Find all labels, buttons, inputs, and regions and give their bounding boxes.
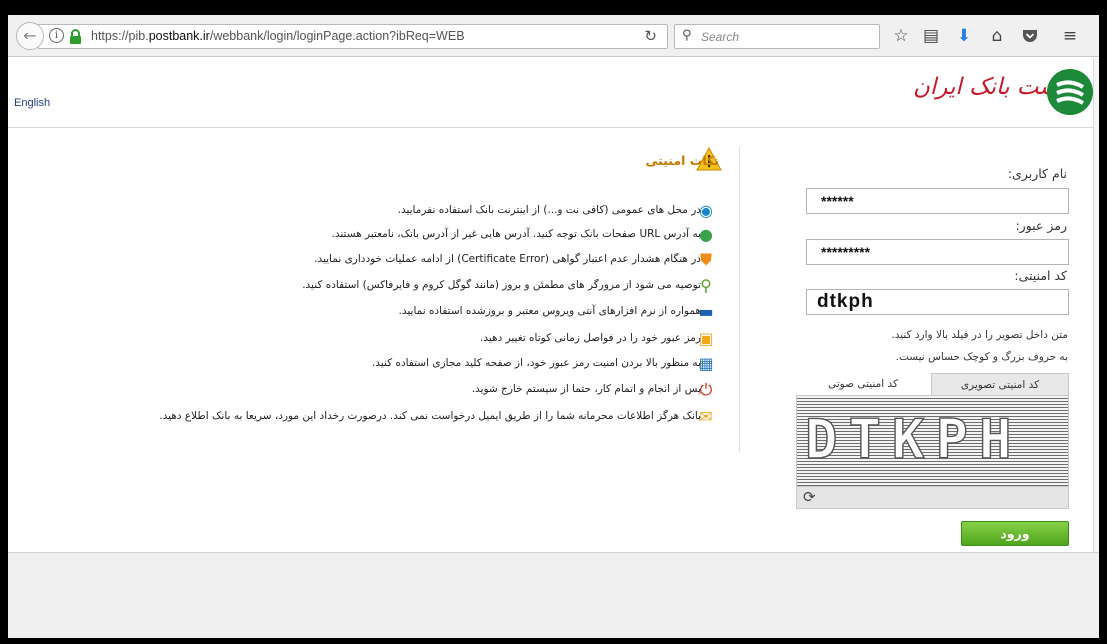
browser-window: i https://pib.postbank.ir/webbank/login/… bbox=[8, 15, 1099, 638]
download-icon[interactable]: ⬇ bbox=[952, 24, 976, 48]
main-content: نکات امنیتی ◉ در محل های عمومی (کافی نت و… bbox=[8, 129, 1099, 552]
captcha-help-text: متن داخل تصویر را در فیلد بالا وارد کنید… bbox=[891, 329, 1068, 341]
reload-icon[interactable]: ↻ bbox=[644, 27, 657, 45]
password-label: رمز عبور: bbox=[1015, 218, 1067, 233]
captcha-input[interactable]: dtkph bbox=[806, 289, 1069, 315]
pocket-icon[interactable] bbox=[1018, 24, 1042, 48]
captcha-label: کد امنیتی: bbox=[1014, 268, 1067, 283]
password-input[interactable]: ********* bbox=[806, 239, 1069, 265]
security-tip-item: بانک هرگز اطلاعات محرمانه شما را از طریق… bbox=[159, 410, 701, 422]
security-tip-item: رمز عبور خود را در فواصل زمانی کوتاه تغی… bbox=[480, 332, 701, 344]
security-tip-item: به منظور بالا بردن امنیت رمز عبور خود، ا… bbox=[371, 357, 701, 369]
refresh-captcha-icon[interactable]: ⟳ bbox=[803, 488, 816, 506]
english-language-link[interactable]: English bbox=[14, 97, 50, 109]
captcha-image-text: DTKPH bbox=[804, 407, 1023, 471]
divider bbox=[739, 147, 740, 452]
browser-toolbar: i https://pib.postbank.ir/webbank/login/… bbox=[8, 15, 1099, 57]
username-label: نام کاربری: bbox=[1007, 166, 1067, 181]
security-tip-item: به آدرس URL صفحات بانک توجه کنید. آدرس ه… bbox=[331, 228, 701, 240]
security-tips-title: نکات امنیتی bbox=[645, 153, 719, 168]
address-bar[interactable]: i https://pib.postbank.ir/webbank/login/… bbox=[38, 24, 668, 49]
captcha-refresh-bar: ⟳ bbox=[796, 487, 1069, 509]
bank-logo-icon bbox=[1047, 69, 1093, 115]
security-tip-item: همواره از نرم افزارهای آنتی ویروس معتبر … bbox=[398, 305, 701, 317]
security-tip-item: پس از انجام و اتمام کار، حتما از سیستم خ… bbox=[471, 383, 701, 395]
security-tip-item: توصیه می شود از مرورگر های مطمئن و بروز … bbox=[302, 279, 701, 291]
username-input[interactable]: ****** bbox=[806, 188, 1069, 214]
security-tip-item: در هنگام هشدار عدم اعتبار گواهی (Certifi… bbox=[314, 253, 701, 265]
page-footer bbox=[8, 552, 1099, 638]
search-placeholder: Search bbox=[701, 30, 740, 44]
back-arrow-icon[interactable]: ← bbox=[16, 22, 44, 50]
tab-audio-captcha[interactable]: کد امنیتی صوتی bbox=[796, 373, 930, 395]
home-icon[interactable]: ⌂ bbox=[985, 24, 1009, 48]
case-insensitive-note: به حروف بزرگ و کوچک حساس نیست. bbox=[895, 351, 1068, 363]
security-tip-item: در محل های عمومی (کافی نت و...) از اینتر… bbox=[397, 204, 701, 216]
secure-lock-icon[interactable] bbox=[69, 29, 82, 44]
info-icon[interactable]: i bbox=[49, 28, 64, 43]
captcha-tabs: کد امنیتی تصویری کد امنیتی صوتی bbox=[796, 373, 1069, 395]
bank-logo-text: پست بانک ایران bbox=[913, 74, 1067, 100]
login-button[interactable]: ورود bbox=[961, 521, 1069, 546]
tab-image-captcha[interactable]: کد امنیتی تصویری bbox=[931, 373, 1069, 395]
page-header: English پست بانک ایران bbox=[8, 58, 1099, 128]
search-box[interactable]: ⚲ Search bbox=[674, 24, 880, 49]
reading-list-icon[interactable]: ▤ bbox=[919, 24, 943, 48]
captcha-image: DTKPH bbox=[796, 395, 1069, 487]
url-text[interactable]: https://pib.postbank.ir/webbank/login/lo… bbox=[91, 29, 465, 43]
menu-icon[interactable]: ≡ bbox=[1058, 24, 1082, 48]
search-icon: ⚲ bbox=[682, 28, 692, 43]
scrollbar[interactable] bbox=[1093, 58, 1099, 638]
bookmark-star-icon[interactable]: ☆ bbox=[889, 24, 913, 48]
